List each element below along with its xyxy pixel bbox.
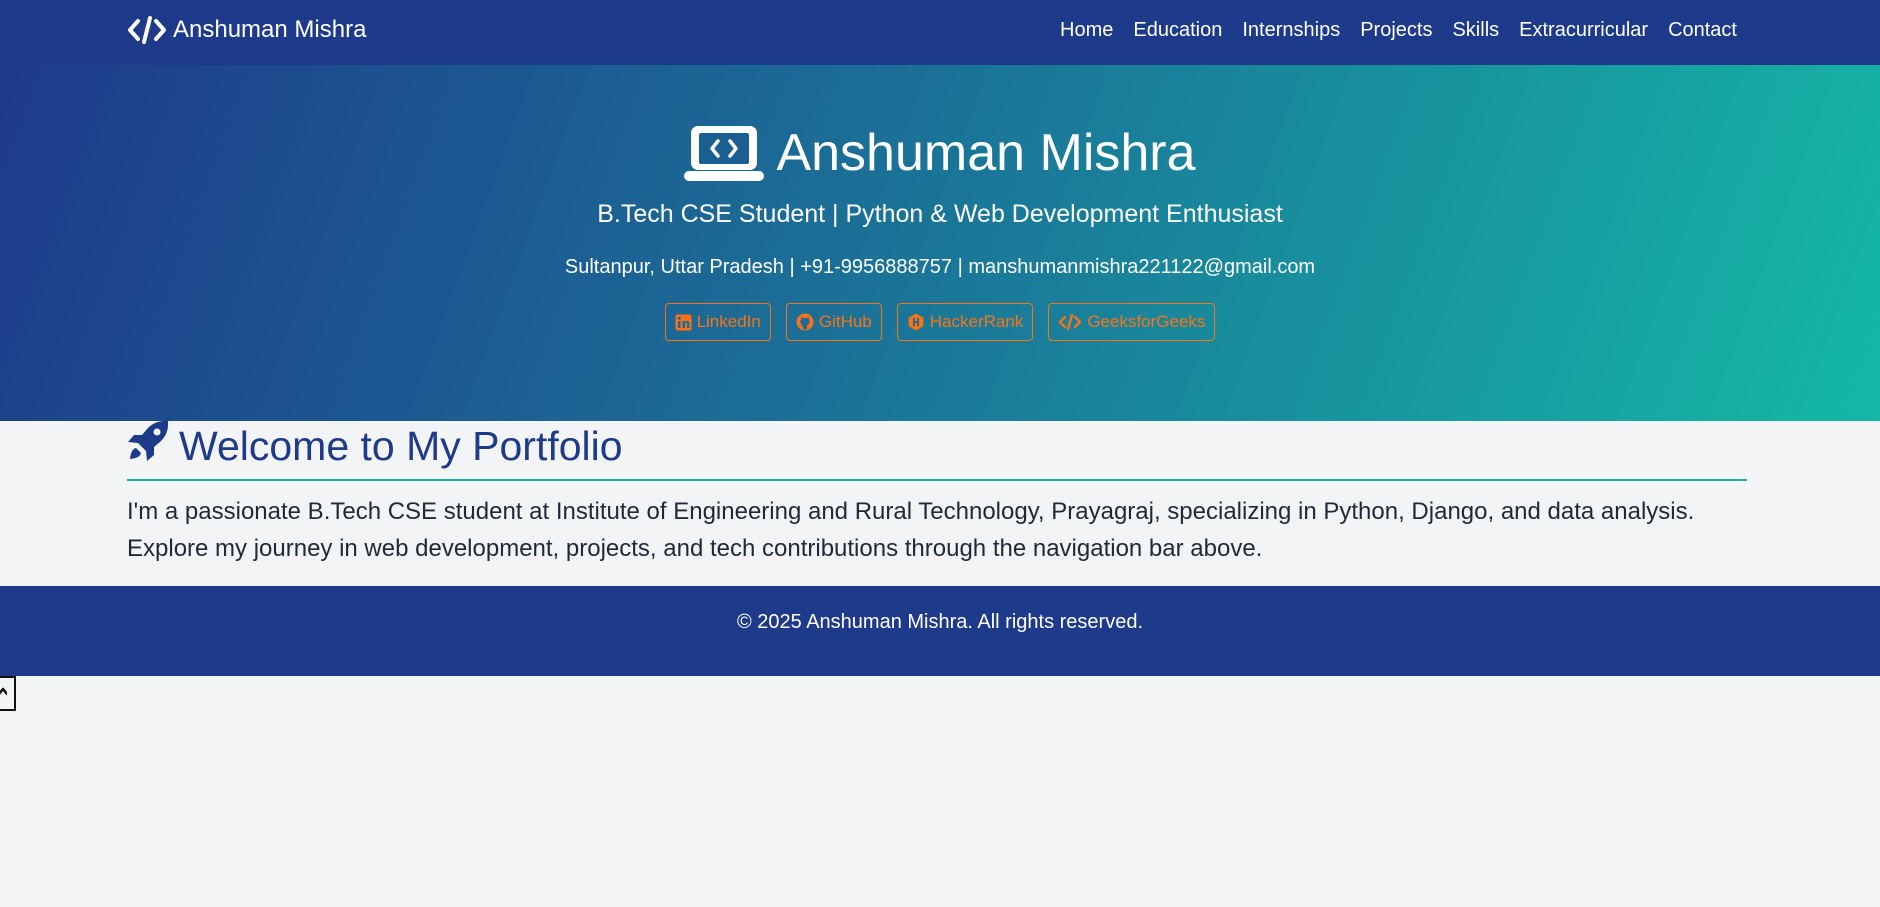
code-icon [127, 15, 167, 45]
copyright-text: © 2025 Anshuman Mishra. All rights reser… [736, 611, 1144, 633]
hero-title: Anshuman Mishra [0, 123, 1880, 183]
laptop-code-icon [684, 124, 765, 182]
nav-link-education[interactable]: Education [1133, 16, 1222, 44]
linkedin-icon [675, 314, 692, 331]
welcome-section: Welcome to My Portfolio I'm a passionate… [127, 420, 1747, 567]
chevron-up-icon [0, 684, 9, 703]
navbar: Anshuman Mishra Home Education Internshi… [0, 0, 1880, 65]
heading-divider [127, 479, 1747, 481]
hackerrank-icon [907, 313, 925, 331]
hero-contact-info: Sultanpur, Uttar Pradesh | +91-995688875… [564, 256, 1316, 278]
intro-paragraph: I'm a passionate B.Tech CSE student at I… [127, 498, 1695, 562]
nav-link-projects[interactable]: Projects [1360, 16, 1432, 44]
rocket-icon [127, 420, 169, 472]
linkedin-label: LinkedIn [696, 312, 761, 331]
linkedin-button[interactable]: LinkedIn [664, 303, 771, 341]
nav-link-extracurricular[interactable]: Extracurricular [1519, 16, 1648, 44]
section-heading: Welcome to My Portfolio [127, 420, 1747, 472]
hero-name: Anshuman Mishra [776, 124, 1196, 182]
github-label: GitHub [818, 312, 872, 331]
nav-link-internships[interactable]: Internships [1242, 16, 1340, 44]
hackerrank-label: HackerRank [929, 312, 1024, 331]
section-title: Welcome to My Portfolio [179, 423, 623, 469]
nav-links: Home Education Internships Projects Skil… [1060, 16, 1737, 44]
geeksforgeeks-button[interactable]: GeeksforGeeks [1048, 303, 1216, 341]
nav-link-contact[interactable]: Contact [1668, 16, 1737, 44]
brand-link[interactable]: Anshuman Mishra [127, 14, 366, 46]
github-button[interactable]: GitHub [785, 303, 882, 341]
nav-link-skills[interactable]: Skills [1452, 16, 1499, 44]
github-icon [796, 313, 814, 331]
nav-link-home[interactable]: Home [1060, 16, 1113, 44]
geeksforgeeks-label: GeeksforGeeks [1087, 312, 1206, 331]
code-icon [1058, 313, 1082, 331]
hackerrank-button[interactable]: HackerRank [896, 303, 1034, 341]
hero-subtitle: B.Tech CSE Student | Python & Web Develo… [597, 200, 1283, 228]
social-links: LinkedIn GitHub HackerRank GeeksforGeeks [0, 303, 1880, 341]
footer: © 2025 Anshuman Mishra. All rights reser… [0, 586, 1880, 676]
brand-name: Anshuman Mishra [173, 16, 367, 43]
back-to-top-button[interactable] [0, 676, 16, 711]
hero-section: Anshuman Mishra B.Tech CSE Student | Pyt… [0, 65, 1880, 421]
